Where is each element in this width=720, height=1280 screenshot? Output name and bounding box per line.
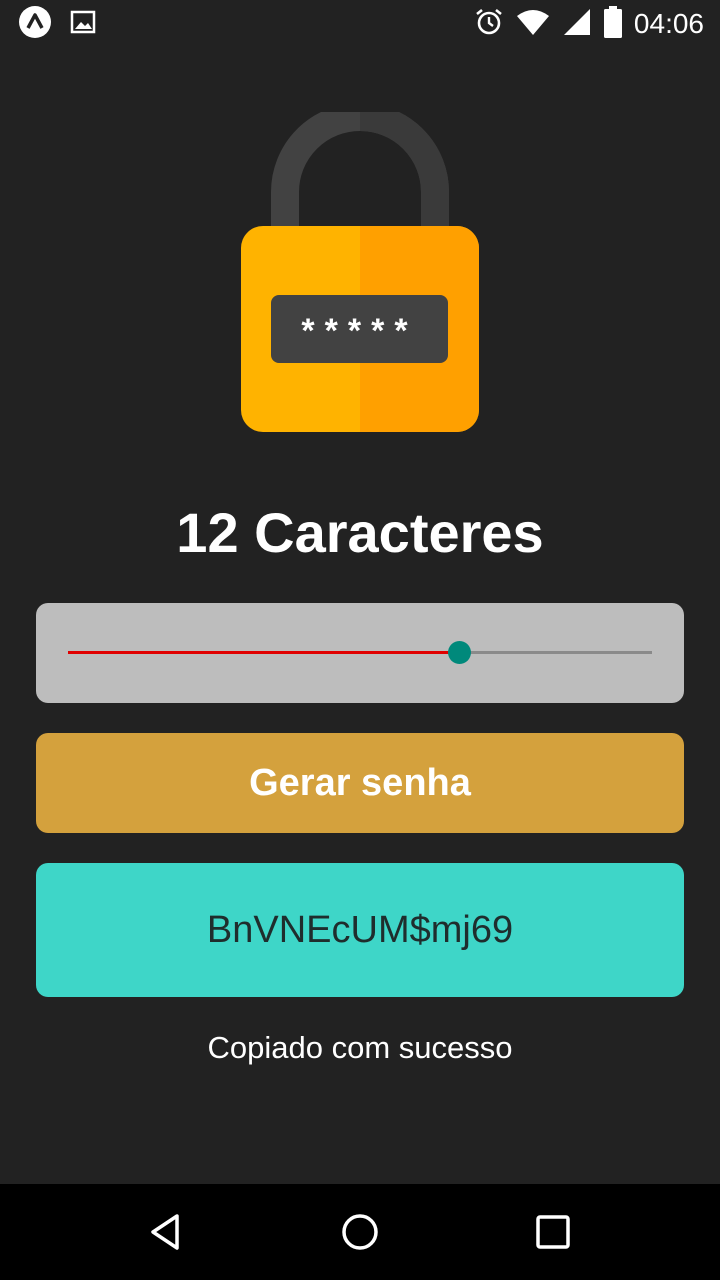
- status-left: [18, 5, 114, 44]
- wifi-icon: [516, 8, 550, 41]
- masked-password-text: *****: [301, 312, 418, 350]
- length-slider[interactable]: [68, 641, 652, 664]
- length-slider-card: [36, 603, 684, 703]
- generate-password-button[interactable]: Gerar senha: [36, 733, 684, 833]
- app-screen: 04:06 ***** 12 Caracteres Gerar senha Bn…: [0, 0, 720, 1280]
- status-right: 04:06: [462, 5, 704, 43]
- navigation-bar: [0, 1184, 720, 1280]
- generated-password-text[interactable]: BnVNEcUM$mj69: [207, 909, 513, 952]
- status-bar: 04:06: [0, 0, 720, 48]
- signal-icon: [562, 7, 592, 42]
- padlock-icon: *****: [240, 103, 480, 434]
- generated-password-box[interactable]: BnVNEcUM$mj69: [36, 863, 684, 997]
- alarm-icon: [474, 7, 504, 42]
- back-icon[interactable]: [137, 1202, 197, 1262]
- recents-icon[interactable]: [523, 1202, 583, 1262]
- image-icon: [70, 9, 96, 40]
- home-icon[interactable]: [330, 1202, 390, 1262]
- slider-thumb[interactable]: [448, 641, 472, 664]
- status-time: 04:06: [633, 8, 704, 39]
- slider-filled-track: [68, 651, 460, 654]
- character-count-title: 12 Caracteres: [176, 501, 544, 564]
- battery-icon: [603, 5, 622, 43]
- copy-success-message: Copiado com sucesso: [207, 1030, 513, 1065]
- expo-icon: [18, 5, 52, 44]
